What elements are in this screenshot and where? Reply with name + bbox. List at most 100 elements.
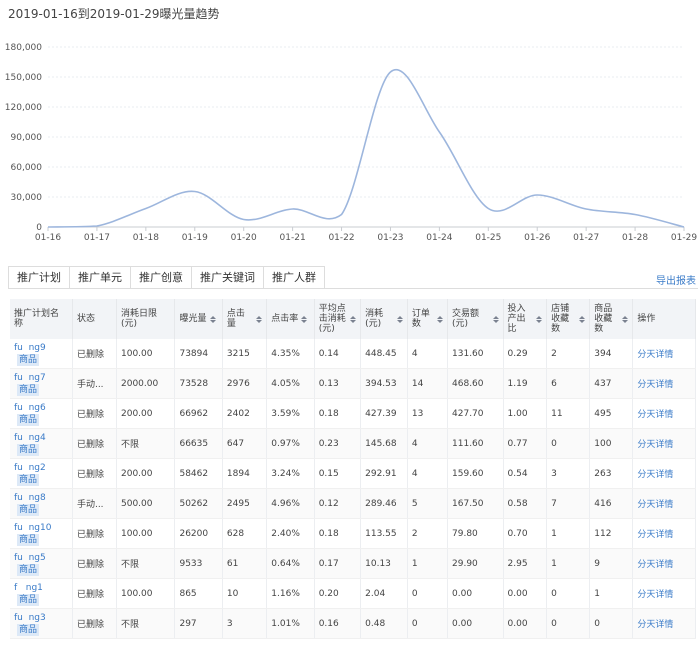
cell-cost: 2.04 bbox=[360, 578, 408, 609]
x-tick-label: 01-16 bbox=[35, 233, 61, 243]
campaign-name-link[interactable]: fu ng10 bbox=[14, 523, 51, 533]
cell-orders: 13 bbox=[407, 398, 449, 429]
column-header[interactable]: 消耗(元) bbox=[360, 299, 408, 339]
cell-clicks: 2495 bbox=[222, 488, 268, 519]
sort-icon[interactable] bbox=[209, 315, 216, 323]
cell-shopfav: 6 bbox=[546, 368, 591, 399]
cell-orders: 4 bbox=[407, 458, 449, 489]
export-report-link[interactable]: 导出报表 bbox=[656, 272, 696, 287]
table-row: fu ng9 商品 已删除 100.00 73894 3215 4.35% 0.14 448.4… bbox=[10, 339, 696, 369]
sort-icon[interactable] bbox=[301, 315, 308, 323]
tab-2[interactable]: 推广单元 bbox=[69, 266, 131, 288]
x-tick-label: 01-27 bbox=[573, 233, 599, 243]
column-header[interactable]: 投入产出比 bbox=[503, 299, 548, 339]
cell-gmv: 427.70 bbox=[447, 398, 504, 429]
x-tick-label: 01-17 bbox=[84, 233, 110, 243]
column-header[interactable]: 交易额(元) bbox=[447, 299, 504, 339]
cell-shopfav: 0 bbox=[546, 578, 591, 609]
campaign-name-link[interactable]: fu ng2 bbox=[14, 463, 46, 473]
cell-cost: 448.45 bbox=[360, 339, 408, 369]
cell-roi: 0.29 bbox=[503, 339, 548, 369]
sort-icon[interactable] bbox=[622, 315, 629, 323]
sort-icon[interactable] bbox=[437, 315, 444, 323]
cell-cost: 10.13 bbox=[360, 548, 408, 579]
cell-ctr: 2.40% bbox=[266, 518, 315, 549]
cell-action: 分天详情 bbox=[632, 339, 696, 369]
sort-icon[interactable] bbox=[492, 315, 499, 323]
daily-detail-link[interactable]: 分天详情 bbox=[637, 530, 673, 540]
column-header-label: 曝光量 bbox=[179, 314, 207, 324]
daily-detail-link[interactable]: 分天详情 bbox=[637, 380, 673, 390]
cell-gmv: 468.60 bbox=[447, 368, 504, 399]
cell-action: 分天详情 bbox=[632, 608, 696, 639]
sort-icon[interactable] bbox=[579, 315, 586, 323]
sort-icon[interactable] bbox=[396, 315, 403, 323]
column-header[interactable]: 订单数 bbox=[407, 299, 449, 339]
table-row: fu ng6 商品 已删除 200.00 66962 2402 3.59% 0.18 427.3… bbox=[10, 398, 696, 429]
cell-cpc: 0.16 bbox=[314, 608, 362, 639]
column-header-label: 点击率 bbox=[271, 314, 299, 324]
cell-itemfav: 495 bbox=[589, 398, 634, 429]
cell-itemfav: 263 bbox=[589, 458, 634, 489]
daily-detail-link[interactable]: 分天详情 bbox=[637, 500, 673, 510]
y-tick-label: 0 bbox=[36, 223, 42, 233]
column-header[interactable]: 点击率 bbox=[266, 299, 315, 339]
cell-campaign-name: fu ng8 商品 bbox=[10, 488, 73, 519]
daily-detail-link[interactable]: 分天详情 bbox=[637, 590, 673, 600]
tab-3[interactable]: 推广创意 bbox=[130, 266, 192, 288]
campaign-name-link[interactable]: fu ng6 bbox=[14, 403, 46, 413]
cell-shopfav: 11 bbox=[546, 398, 591, 429]
column-header-label: 消耗日限 (元) bbox=[121, 309, 158, 329]
daily-detail-link[interactable]: 分天详情 bbox=[637, 350, 673, 360]
cell-shopfav: 7 bbox=[546, 488, 591, 519]
column-header[interactable]: 曝光量 bbox=[174, 299, 223, 339]
daily-detail-link[interactable]: 分天详情 bbox=[637, 620, 673, 630]
column-header[interactable]: 平均点击消耗(元) bbox=[314, 299, 362, 339]
campaign-name-link[interactable]: f ng1 bbox=[14, 583, 43, 593]
cell-impr: 865 bbox=[174, 578, 223, 609]
x-tick-label: 01-24 bbox=[426, 233, 452, 243]
tab-1[interactable]: 推广计划 bbox=[8, 266, 70, 289]
daily-detail-link[interactable]: 分天详情 bbox=[637, 560, 673, 570]
column-header[interactable]: 点击量 bbox=[222, 299, 268, 339]
cell-status: 手动... bbox=[72, 368, 118, 399]
cell-shopfav: 3 bbox=[546, 458, 591, 489]
sort-icon[interactable] bbox=[536, 315, 543, 323]
campaign-name-link[interactable]: fu ng3 bbox=[14, 613, 46, 623]
sort-icon[interactable] bbox=[350, 315, 357, 323]
column-header[interactable]: 店铺收藏数 bbox=[546, 299, 591, 339]
campaign-name-link[interactable]: fu ng7 bbox=[14, 373, 46, 383]
cell-impr: 73894 bbox=[174, 339, 223, 369]
cell-cost: 145.68 bbox=[360, 428, 408, 459]
cell-limit: 200.00 bbox=[116, 398, 176, 429]
product-tag: 商品 bbox=[17, 413, 40, 426]
cell-clicks: 1894 bbox=[222, 458, 268, 489]
cell-limit: 2000.00 bbox=[116, 368, 176, 399]
campaign-name-link[interactable]: fu ng4 bbox=[14, 433, 46, 443]
tab-5[interactable]: 推广人群 bbox=[263, 266, 325, 288]
daily-detail-link[interactable]: 分天详情 bbox=[637, 470, 673, 480]
campaign-name-link[interactable]: fu ng9 bbox=[14, 343, 46, 353]
column-header-label: 店铺收藏数 bbox=[551, 304, 570, 334]
column-header[interactable]: 商品收藏数 bbox=[589, 299, 634, 339]
cell-campaign-name: fu ng4 商品 bbox=[10, 428, 73, 459]
cell-status: 已删除 bbox=[72, 608, 118, 639]
cell-roi: 1.00 bbox=[503, 398, 548, 429]
product-tag: 商品 bbox=[17, 593, 40, 606]
daily-detail-link[interactable]: 分天详情 bbox=[637, 410, 673, 420]
cell-gmv: 159.60 bbox=[447, 458, 504, 489]
cell-limit: 不限 bbox=[116, 608, 176, 639]
cell-orders: 1 bbox=[407, 548, 449, 579]
column-header-label: 消耗(元) bbox=[365, 309, 384, 329]
daily-detail-link[interactable]: 分天详情 bbox=[637, 440, 673, 450]
cell-limit: 不限 bbox=[116, 548, 176, 579]
cell-cpc: 0.23 bbox=[314, 428, 362, 459]
campaign-name-link[interactable]: fu ng8 bbox=[14, 493, 46, 503]
campaign-name-link[interactable]: fu ng5 bbox=[14, 553, 46, 563]
cell-shopfav: 0 bbox=[546, 608, 591, 639]
cell-action: 分天详情 bbox=[632, 368, 696, 399]
cell-status: 已删除 bbox=[72, 578, 118, 609]
sort-icon[interactable] bbox=[256, 315, 263, 323]
tab-4[interactable]: 推广关键词 bbox=[191, 266, 264, 288]
column-header-label: 投入产出比 bbox=[507, 304, 526, 334]
